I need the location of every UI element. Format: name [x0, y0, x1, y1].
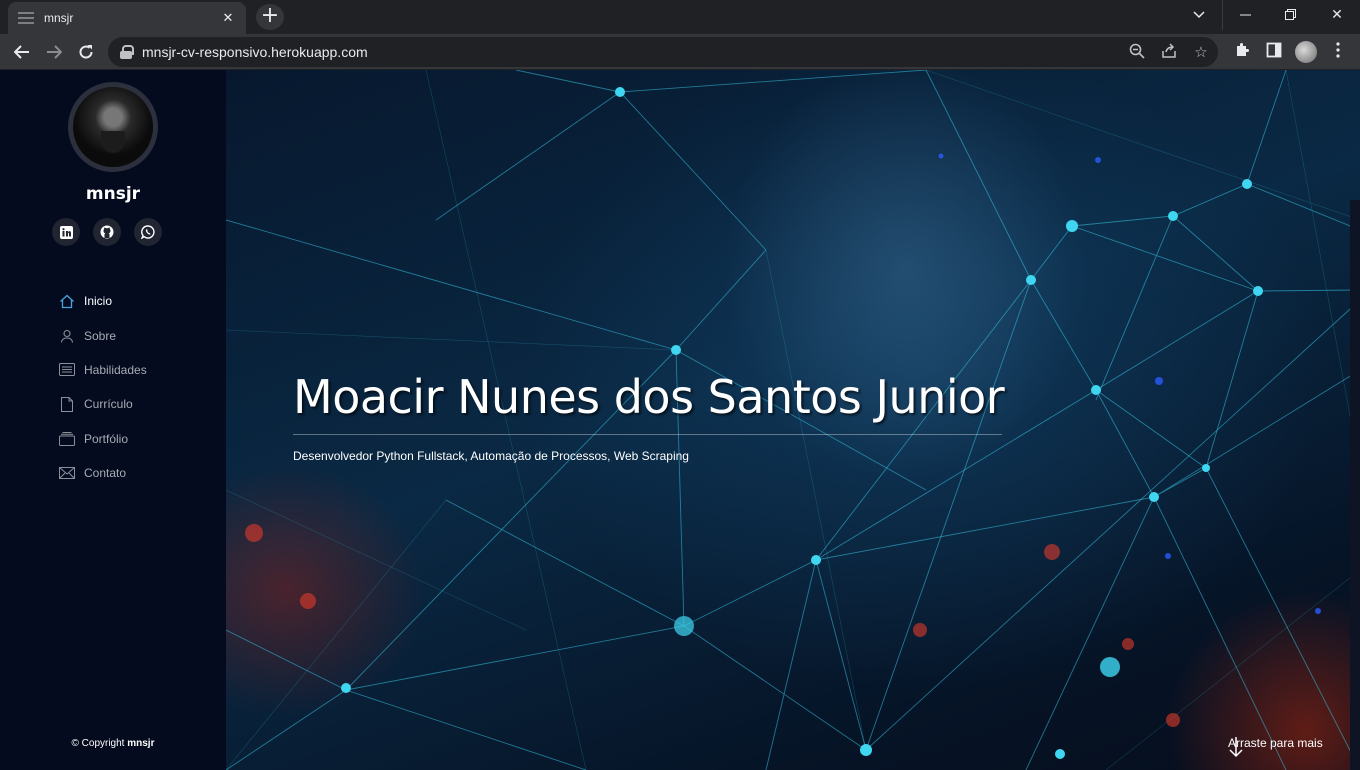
- reload-icon[interactable]: [72, 38, 100, 66]
- lock-icon[interactable]: [120, 45, 134, 59]
- down-arrow-icon: [1229, 737, 1243, 758]
- bookmark-star-icon[interactable]: ☆: [1192, 43, 1210, 61]
- nav-item-sobre[interactable]: Sobre: [58, 318, 147, 352]
- tab-close-icon[interactable]: ✕: [220, 11, 236, 26]
- hero-divider: [293, 434, 1002, 435]
- back-arrow-icon[interactable]: [8, 38, 36, 66]
- profile-avatar-icon[interactable]: [1295, 41, 1317, 63]
- share-icon[interactable]: [1160, 43, 1178, 61]
- tab-search-chevron-icon[interactable]: [1176, 0, 1222, 30]
- hero-section: Moacir Nunes dos Santos Junior Desenvolv…: [226, 70, 1360, 770]
- page-viewport: mnsjr Inicio Sobre Habilidades Currículo…: [0, 70, 1360, 770]
- nav-label: Inicio: [84, 294, 113, 309]
- address-bar[interactable]: mnsjr-cv-responsivo.herokuapp.com ☆: [108, 37, 1218, 67]
- whatsapp-icon[interactable]: [134, 218, 162, 246]
- social-links: [52, 218, 162, 246]
- hero-subtitle: Desenvolvedor Python Fullstack, Automaçã…: [293, 449, 689, 463]
- browser-titlebar: mnsjr ✕ + ✕: [0, 0, 1360, 34]
- zoom-icon[interactable]: [1128, 43, 1146, 61]
- browser-menu-icon[interactable]: [1328, 42, 1348, 62]
- copyright-text: © Copyright mnsjr: [0, 738, 226, 749]
- document-icon: [58, 396, 76, 412]
- browser-toolbar: mnsjr-cv-responsivo.herokuapp.com ☆: [0, 34, 1360, 70]
- profile-avatar: [68, 82, 158, 172]
- nav-item-contato[interactable]: Contato: [58, 456, 147, 490]
- nav-label: Sobre: [84, 328, 117, 343]
- nav-item-inicio[interactable]: Inicio: [58, 284, 147, 318]
- forward-arrow-icon[interactable]: [40, 38, 68, 66]
- browser-tab[interactable]: mnsjr ✕: [8, 2, 246, 34]
- minimize-icon[interactable]: [1222, 0, 1268, 30]
- url-text[interactable]: mnsjr-cv-responsivo.herokuapp.com: [142, 44, 368, 60]
- user-icon: [58, 328, 76, 344]
- new-tab-button[interactable]: +: [256, 4, 284, 30]
- github-icon[interactable]: [93, 218, 121, 246]
- portfolio-icon: [58, 431, 76, 447]
- nav-item-portfolio[interactable]: Portfólio: [58, 422, 147, 456]
- close-window-icon[interactable]: ✕: [1314, 0, 1360, 30]
- linkedin-icon[interactable]: [52, 218, 80, 246]
- copyright-name: mnsjr: [127, 738, 155, 749]
- nav-label: Currículo: [84, 397, 133, 412]
- tab-title: mnsjr: [44, 11, 74, 25]
- restore-icon[interactable]: [1268, 0, 1314, 30]
- tab-favicon-icon: [18, 12, 34, 24]
- nav-label: Portfólio: [84, 431, 129, 446]
- extensions-puzzle-icon[interactable]: [1232, 42, 1252, 62]
- nav-label: Contato: [84, 466, 127, 481]
- nav-item-curriculo[interactable]: Currículo: [58, 387, 147, 421]
- sidebar-nav: Inicio Sobre Habilidades Currículo Portf…: [58, 284, 147, 490]
- sidebar-name[interactable]: mnsjr: [0, 184, 226, 204]
- sidebar: mnsjr Inicio Sobre Habilidades Currículo…: [0, 70, 226, 770]
- envelope-icon: [58, 465, 76, 481]
- hero-content: Moacir Nunes dos Santos Junior Desenvolv…: [293, 370, 1005, 463]
- copyright-prefix: © Copyright: [71, 738, 125, 749]
- hero-title: Moacir Nunes dos Santos Junior: [293, 370, 1005, 424]
- nav-label: Habilidades: [84, 362, 147, 377]
- scroll-hint[interactable]: Arraste para mais: [1228, 736, 1323, 758]
- home-icon: [58, 293, 76, 309]
- page-scrollbar[interactable]: [1350, 200, 1360, 770]
- skills-icon: [58, 362, 76, 378]
- side-panel-icon[interactable]: [1264, 42, 1284, 62]
- nav-item-habilidades[interactable]: Habilidades: [58, 353, 147, 387]
